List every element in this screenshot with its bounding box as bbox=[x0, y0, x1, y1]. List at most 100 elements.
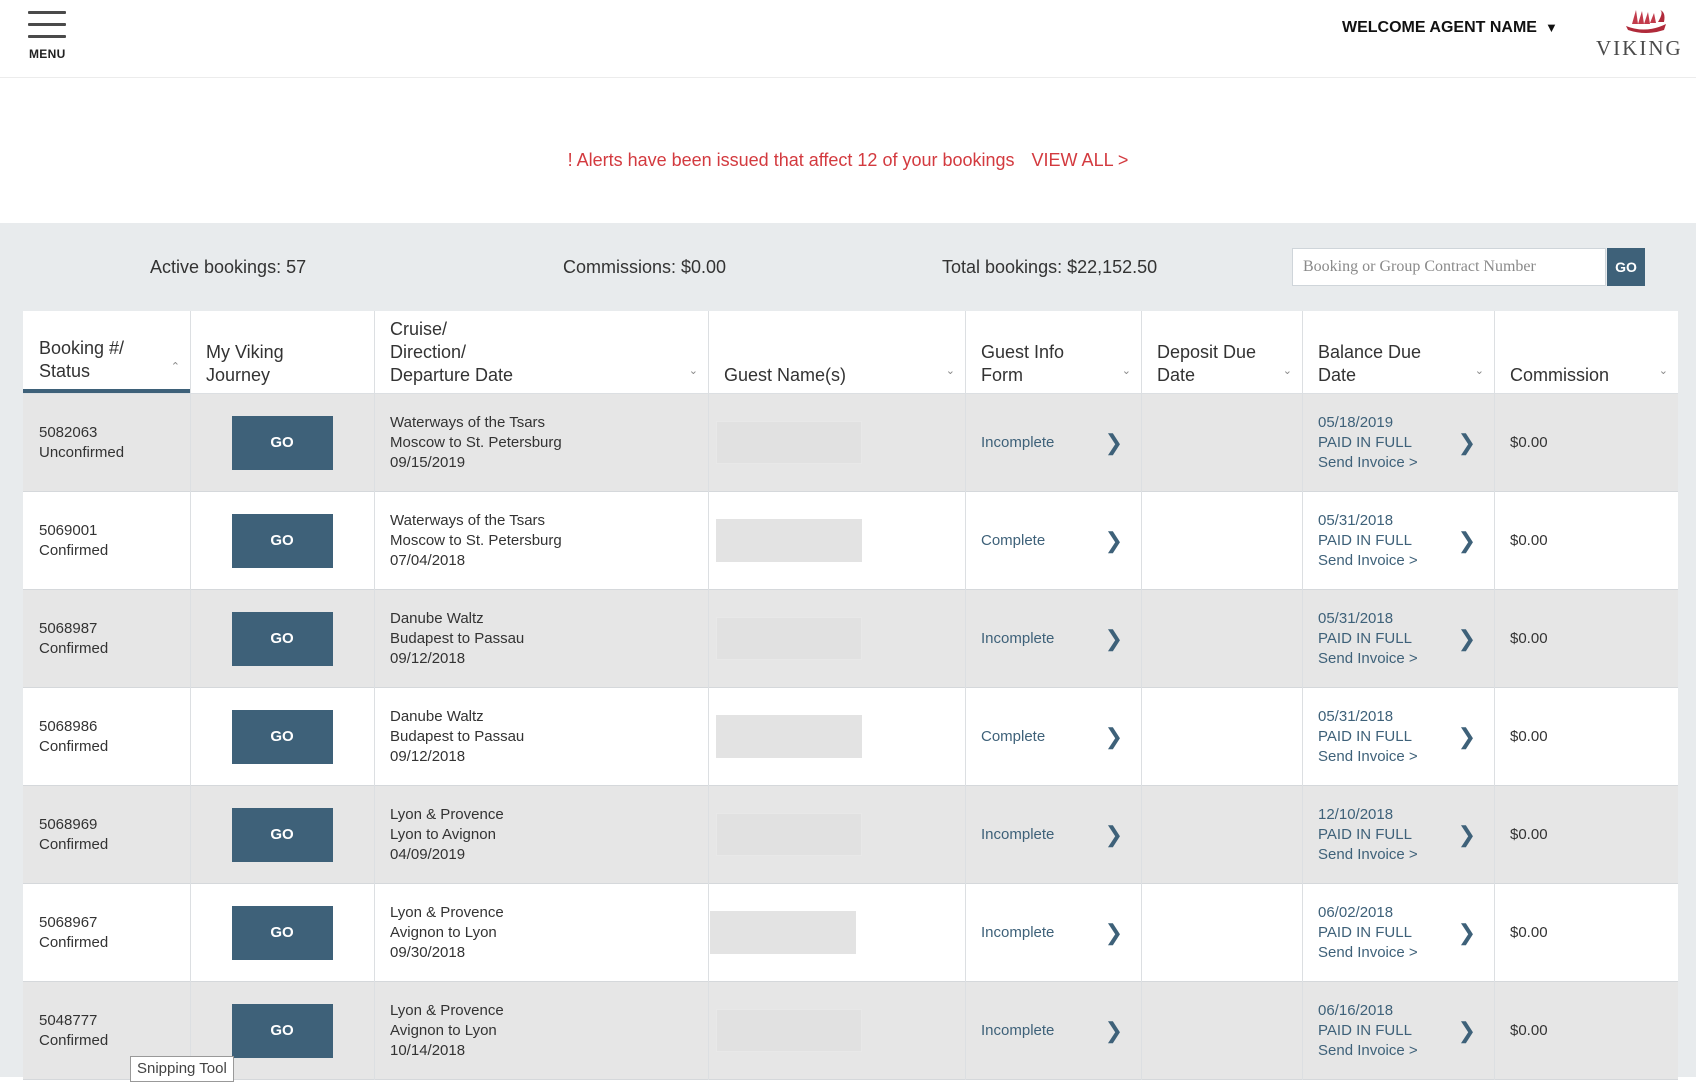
chevron-right-icon[interactable]: ❯ bbox=[1105, 529, 1123, 551]
cruise-cell: Lyon & Provence Lyon to Avignon 04/09/20… bbox=[374, 786, 708, 883]
guest-form-status: Incomplete bbox=[981, 1021, 1055, 1039]
column-label: Guest Name(s) bbox=[724, 365, 847, 385]
balance-due-cell[interactable]: 05/31/2018 PAID IN FULL Send Invoice > ❯ bbox=[1302, 590, 1494, 687]
commission-cell: $0.00 bbox=[1494, 982, 1678, 1079]
commissions-stat: Commissions: $0.00 bbox=[563, 257, 727, 277]
column-deposit-due[interactable]: Deposit Due Date ⌄ bbox=[1141, 311, 1302, 393]
guest-info-form-cell[interactable]: Incomplete ❯ bbox=[965, 786, 1141, 883]
cruise-direction: Budapest to Passau bbox=[390, 727, 525, 745]
journey-cell: GO bbox=[190, 786, 374, 883]
chevron-right-icon[interactable]: ❯ bbox=[1105, 725, 1123, 747]
guest-info-form-cell[interactable]: Incomplete ❯ bbox=[965, 590, 1141, 687]
booking-status: Confirmed bbox=[39, 835, 109, 853]
welcome-agent-dropdown[interactable]: WELCOME AGENT NAME ▼ bbox=[1342, 19, 1558, 37]
send-invoice-link[interactable]: Send Invoice > bbox=[1318, 649, 1418, 669]
guest-info-form-cell[interactable]: Complete ❯ bbox=[965, 688, 1141, 785]
hamburger-icon bbox=[28, 11, 66, 14]
column-guest-info-form[interactable]: Guest Info Form ⌄ bbox=[965, 311, 1141, 393]
departure-date: 09/12/2018 bbox=[390, 747, 466, 765]
column-balance-due[interactable]: Balance Due Date ⌄ bbox=[1302, 311, 1494, 393]
balance-due-cell[interactable]: 06/16/2018 PAID IN FULL Send Invoice > ❯ bbox=[1302, 982, 1494, 1079]
booking-number: 5068986 bbox=[39, 717, 98, 735]
deposit-due-cell bbox=[1141, 982, 1302, 1079]
snipping-tool-tooltip: Snipping Tool bbox=[130, 1056, 234, 1082]
column-my-viking-journey: My Viking Journey bbox=[190, 311, 374, 393]
viking-ship-icon bbox=[1626, 10, 1666, 33]
journey-go-button[interactable]: GO bbox=[231, 807, 333, 862]
balance-due-cell[interactable]: 05/18/2019 PAID IN FULL Send Invoice > ❯ bbox=[1302, 394, 1494, 491]
column-booking-status[interactable]: Booking #/ Status ⌃ bbox=[23, 311, 190, 393]
balance-due-cell[interactable]: 12/10/2018 PAID IN FULL Send Invoice > ❯ bbox=[1302, 786, 1494, 883]
send-invoice-link[interactable]: Send Invoice > bbox=[1318, 845, 1418, 865]
balance-status: PAID IN FULL bbox=[1318, 923, 1412, 941]
guest-form-status: Incomplete bbox=[981, 433, 1055, 451]
menu-label: MENU bbox=[29, 47, 66, 61]
guest-names-cell bbox=[708, 492, 965, 589]
balance-due-date: 05/31/2018 bbox=[1318, 707, 1394, 725]
guest-info-form-cell[interactable]: Complete ❯ bbox=[965, 492, 1141, 589]
booking-search-box[interactable] bbox=[1292, 248, 1606, 286]
balance-due-cell[interactable]: 05/31/2018 PAID IN FULL Send Invoice > ❯ bbox=[1302, 492, 1494, 589]
viking-logo[interactable]: VIKING bbox=[1596, 8, 1681, 60]
cruise-cell: Lyon & Provence Avignon to Lyon 09/30/20… bbox=[374, 884, 708, 981]
chevron-right-icon[interactable]: ❯ bbox=[1105, 431, 1123, 453]
journey-go-button[interactable]: GO bbox=[231, 1003, 333, 1058]
journey-go-button[interactable]: GO bbox=[231, 611, 333, 666]
journey-go-button[interactable]: GO bbox=[231, 905, 333, 960]
balance-status: PAID IN FULL bbox=[1318, 433, 1412, 451]
send-invoice-link[interactable]: Send Invoice > bbox=[1318, 551, 1418, 571]
journey-go-button[interactable]: GO bbox=[231, 513, 333, 568]
guest-form-status: Incomplete bbox=[981, 825, 1055, 843]
departure-date: 09/12/2018 bbox=[390, 649, 466, 667]
column-guest-names[interactable]: Guest Name(s) ⌄ bbox=[708, 311, 965, 393]
guest-info-form-cell[interactable]: Incomplete ❯ bbox=[965, 394, 1141, 491]
journey-go-button[interactable]: GO bbox=[231, 709, 333, 764]
menu-button[interactable]: MENU bbox=[28, 11, 68, 61]
chevron-right-icon[interactable]: ❯ bbox=[1105, 823, 1123, 845]
view-all-link[interactable]: VIEW ALL > bbox=[1032, 150, 1129, 170]
balance-due-cell[interactable]: 06/02/2018 PAID IN FULL Send Invoice > ❯ bbox=[1302, 884, 1494, 981]
column-cruise[interactable]: Cruise/Direction/Departure Date ⌄ bbox=[374, 311, 708, 393]
booking-number: 5068969 bbox=[39, 815, 98, 833]
chevron-right-icon[interactable]: ❯ bbox=[1458, 431, 1476, 453]
column-divider bbox=[190, 311, 191, 1080]
chevron-right-icon[interactable]: ❯ bbox=[1458, 529, 1476, 551]
journey-go-button[interactable]: GO bbox=[231, 415, 333, 470]
chevron-right-icon[interactable]: ❯ bbox=[1105, 627, 1123, 649]
commission-value: $0.00 bbox=[1510, 433, 1548, 451]
column-commission[interactable]: Commission ⌄ bbox=[1494, 311, 1678, 393]
send-invoice-link[interactable]: Send Invoice > bbox=[1318, 747, 1418, 767]
column-label: My Viking bbox=[206, 342, 284, 362]
chevron-right-icon[interactable]: ❯ bbox=[1105, 1019, 1123, 1041]
chevron-right-icon[interactable]: ❯ bbox=[1458, 627, 1476, 649]
column-label: Direction/ bbox=[390, 342, 467, 362]
chevron-right-icon[interactable]: ❯ bbox=[1458, 1019, 1476, 1041]
table-row: 5069001 Confirmed GO Waterways of the Ts… bbox=[23, 492, 1678, 590]
chevron-right-icon[interactable]: ❯ bbox=[1105, 921, 1123, 943]
cruise-direction: Moscow to St. Petersburg bbox=[390, 531, 562, 549]
bookings-table: Booking #/ Status ⌃ My Viking Journey Crui… bbox=[23, 311, 1678, 1080]
commission-value: $0.00 bbox=[1510, 923, 1548, 941]
send-invoice-link[interactable]: Send Invoice > bbox=[1318, 453, 1418, 473]
alert-message: ! Alerts have been issued that affect 12… bbox=[567, 150, 1015, 170]
balance-due-date: 05/18/2019 bbox=[1318, 413, 1394, 431]
cruise-cell: Danube Waltz Budapest to Passau 09/12/20… bbox=[374, 590, 708, 687]
guest-names-cell bbox=[708, 394, 965, 491]
booking-search-input[interactable] bbox=[1293, 249, 1605, 285]
send-invoice-link[interactable]: Send Invoice > bbox=[1318, 943, 1418, 963]
send-invoice-link[interactable]: Send Invoice > bbox=[1318, 1041, 1418, 1061]
balance-due-date: 06/02/2018 bbox=[1318, 903, 1394, 921]
caret-down-icon: ▼ bbox=[1544, 20, 1558, 35]
balance-due-cell[interactable]: 05/31/2018 PAID IN FULL Send Invoice > ❯ bbox=[1302, 688, 1494, 785]
chevron-right-icon[interactable]: ❯ bbox=[1458, 823, 1476, 845]
chevron-right-icon[interactable]: ❯ bbox=[1458, 725, 1476, 747]
search-go-button[interactable]: GO bbox=[1607, 248, 1645, 286]
top-header: MENU WELCOME AGENT NAME ▼ VIKING bbox=[0, 0, 1696, 78]
guest-info-form-cell[interactable]: Incomplete ❯ bbox=[965, 982, 1141, 1079]
guest-info-form-cell[interactable]: Incomplete ❯ bbox=[965, 884, 1141, 981]
departure-date: 09/30/2018 bbox=[390, 943, 466, 961]
balance-status: PAID IN FULL bbox=[1318, 629, 1412, 647]
chevron-right-icon[interactable]: ❯ bbox=[1458, 921, 1476, 943]
commission-cell: $0.00 bbox=[1494, 590, 1678, 687]
departure-date: 09/15/2019 bbox=[390, 453, 466, 471]
